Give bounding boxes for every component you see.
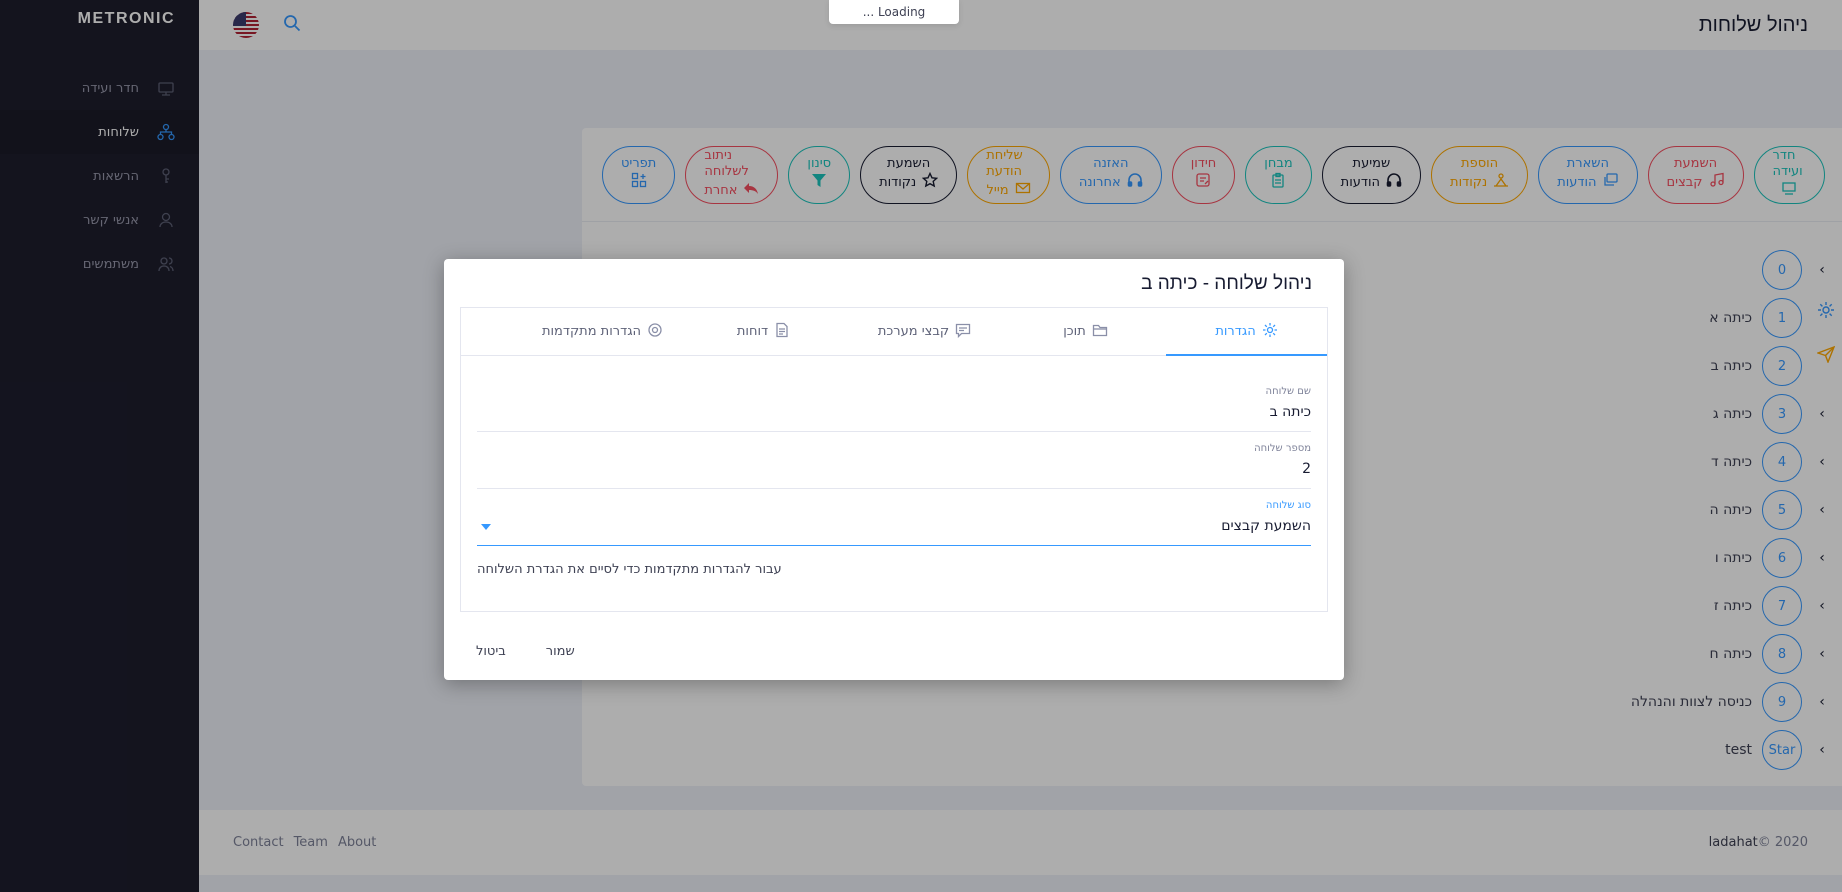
gear-icon <box>1262 322 1278 342</box>
document-icon <box>774 322 790 342</box>
extension-type-value[interactable]: השמעת קבצים <box>1221 518 1311 534</box>
modal-actions: ביטול שמור <box>476 644 575 659</box>
tab-content[interactable]: תוכן <box>1005 308 1166 355</box>
tab-reports[interactable]: דוחות <box>683 308 844 355</box>
modal-tabs: הגדרות תוכן קבצי מערכת דוחות הגדרות מתקד… <box>461 308 1327 356</box>
extension-settings-modal: ניהול שלוחה - כיתה ב הגדרות תוכן קבצי מע… <box>444 259 1344 680</box>
field-label: סוג שלוחה <box>1265 500 1311 511</box>
save-button[interactable]: שמור <box>546 644 575 659</box>
comment-icon <box>955 322 971 342</box>
extension-name-input[interactable]: כיתה ב <box>1270 404 1311 420</box>
extension-name-field[interactable]: שם שלוחה כיתה ב <box>477 382 1311 432</box>
cancel-button[interactable]: ביטול <box>476 644 506 659</box>
extension-number-field[interactable]: מספר שלוחה 2 <box>477 439 1311 489</box>
extension-number-input[interactable]: 2 <box>1302 461 1311 477</box>
modal-content: הגדרות תוכן קבצי מערכת דוחות הגדרות מתקד… <box>460 307 1328 612</box>
chevron-down-icon[interactable] <box>481 524 491 530</box>
extension-type-select[interactable]: סוג שלוחה השמעת קבצים <box>477 496 1311 546</box>
folder-icon <box>1092 322 1108 342</box>
modal-title: ניהול שלוחה - כיתה ב <box>1141 273 1312 294</box>
advanced-settings-hint: עבור להגדרות מתקדמות כדי לסיים את הגדרת … <box>477 562 782 577</box>
loading-indicator: ... Loading <box>829 0 959 24</box>
tab-system-files[interactable]: קבצי מערכת <box>844 308 1005 355</box>
tab-advanced-settings[interactable]: הגדרות מתקדמות <box>522 308 683 355</box>
field-label: שם שלוחה <box>1265 386 1311 397</box>
gear-advanced-icon <box>647 322 663 342</box>
field-label: מספר שלוחה <box>1254 443 1311 454</box>
tab-settings[interactable]: הגדרות <box>1166 308 1327 356</box>
